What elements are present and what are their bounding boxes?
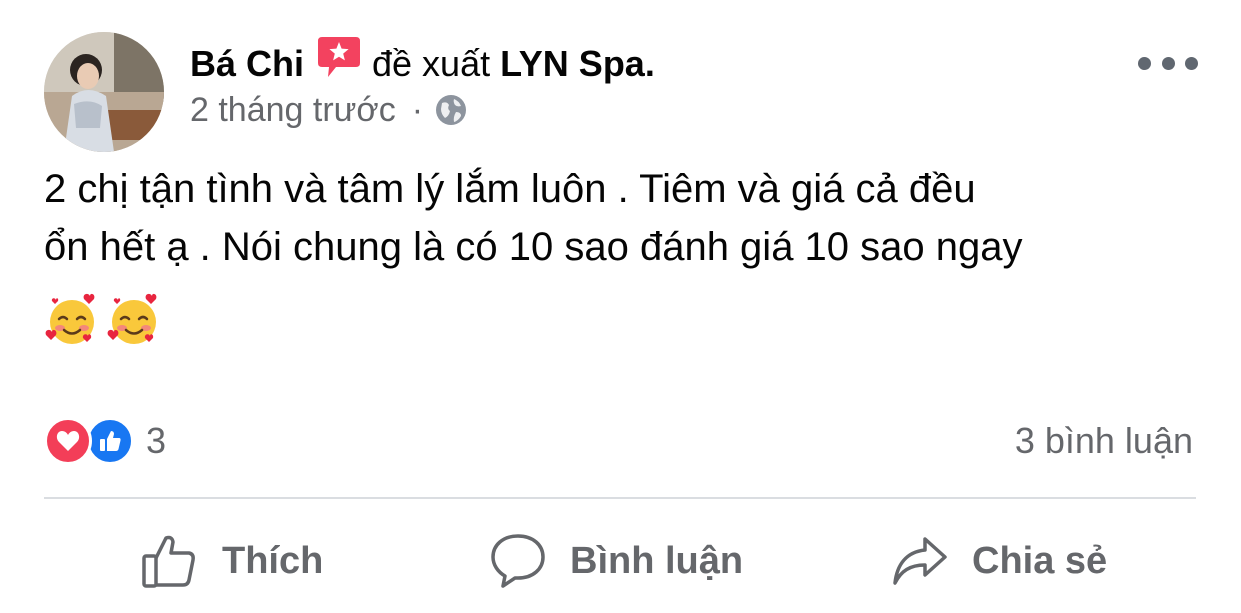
share-arrow-icon <box>893 537 947 585</box>
divider <box>44 497 1196 499</box>
post-text-line: ổn hết ạ . Nói chung là có 10 sao đánh g… <box>44 225 1023 269</box>
reaction-summary[interactable]: 3 <box>44 416 166 466</box>
review-post: Bá Chi đề xuất LYN Spa. 2 tháng trước · <box>0 0 1241 613</box>
post-meta: 2 tháng trước · <box>190 88 467 132</box>
dot-icon <box>1138 56 1151 70</box>
post-body-text: 2 chị tận tình và tâm lý lắm luôn . Tiêm… <box>44 160 1204 276</box>
like-button[interactable]: Thích <box>140 515 323 607</box>
recommend-icon <box>316 35 362 81</box>
recommend-verb: đề xuất <box>372 43 491 84</box>
author-name[interactable]: Bá Chi <box>190 43 304 85</box>
globe-icon <box>435 94 467 126</box>
meta-separator: · <box>411 90 424 129</box>
smiling-face-with-hearts-icon <box>45 293 95 344</box>
comment-bubble-icon <box>491 534 545 588</box>
love-reaction-icon <box>44 417 92 465</box>
page-name[interactable]: LYN Spa. <box>500 43 655 85</box>
share-button[interactable]: Chia sẻ <box>892 515 1107 607</box>
comment-label: Bình luận <box>570 539 744 582</box>
dot-icon <box>1161 56 1175 70</box>
thumbs-up-icon <box>142 535 195 588</box>
reaction-count: 3 <box>146 420 167 461</box>
post-text-line: 2 chị tận tình và tâm lý lắm luôn . Tiêm… <box>44 167 976 211</box>
more-options-button[interactable] <box>1138 48 1198 78</box>
action-bar: Thích Bình luận Chia sẻ <box>0 515 1241 607</box>
share-label: Chia sẻ <box>972 539 1108 582</box>
smiling-face-with-hearts-icon <box>107 293 157 344</box>
comment-count-link[interactable]: 3 bình luận <box>1015 416 1193 466</box>
like-reaction-icon <box>86 417 134 465</box>
dot-icon <box>1185 56 1198 70</box>
comment-button[interactable]: Bình luận <box>490 515 743 607</box>
like-label: Thích <box>222 539 324 582</box>
emoji-row <box>44 292 162 348</box>
author-avatar[interactable] <box>44 32 164 152</box>
post-header: Bá Chi đề xuất LYN Spa. <box>190 37 655 88</box>
post-timestamp[interactable]: 2 tháng trước <box>190 91 396 130</box>
